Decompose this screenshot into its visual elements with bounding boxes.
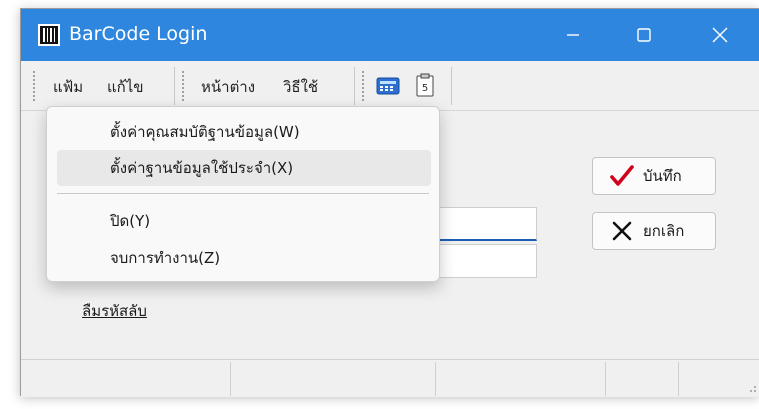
menu-item-close[interactable]: ปิด(Y): [57, 203, 431, 239]
file-menu-dropdown: ตั้งค่าคุณสมบัติฐานข้อมูล(W) ตั้งค่าฐานข…: [46, 106, 440, 282]
menu-item-exit[interactable]: จบการทำงาน(Z): [57, 240, 431, 276]
menu-separator: [174, 67, 175, 105]
calendar-icon[interactable]: 5: [415, 73, 435, 97]
menu-file[interactable]: แฟ้ม: [53, 75, 83, 99]
menu-item-default-database[interactable]: ตั้งค่าฐานข้อมูลใช้ประจำ(X): [57, 150, 431, 186]
cancel-button[interactable]: ยกเลิก: [592, 212, 716, 250]
toolbar-grip[interactable]: [361, 70, 365, 102]
window-title: BarCode Login: [69, 23, 208, 45]
svg-text:5: 5: [422, 83, 428, 94]
cancel-label: ยกเลิก: [643, 222, 685, 240]
status-separator: [435, 362, 436, 396]
menu-bar: แฟ้ม แก้ไข หน้าต่าง วิธีใช้ 5: [21, 61, 759, 111]
title-bar[interactable]: BarCode Login: [21, 9, 759, 61]
calculator-icon[interactable]: [376, 76, 400, 96]
close-icon: [712, 27, 728, 43]
menu-edit[interactable]: แก้ไข: [107, 75, 144, 99]
toolbar-grip[interactable]: [32, 70, 36, 102]
barcode-app-icon: [38, 24, 60, 46]
status-bar: [21, 359, 759, 397]
menu-item-database-properties[interactable]: ตั้งค่าคุณสมบัติฐานข้อมูล(W): [57, 114, 431, 150]
status-separator: [678, 362, 679, 396]
forgot-password-link[interactable]: ลืมรหัสลับ: [82, 299, 147, 323]
minimize-icon: [567, 34, 579, 36]
resize-grip-icon[interactable]: [745, 383, 757, 395]
close-button[interactable]: [687, 9, 753, 61]
checkmark-icon: [609, 165, 635, 187]
menu-separator: [451, 67, 452, 105]
menu-window[interactable]: หน้าต่าง: [201, 75, 255, 99]
minimize-button[interactable]: [540, 9, 606, 61]
status-separator: [605, 362, 606, 396]
toolbar-grip[interactable]: [181, 70, 185, 102]
menu-separator: [354, 67, 355, 105]
menu-separator: [57, 193, 429, 194]
maximize-button[interactable]: [611, 9, 677, 61]
x-icon: [609, 220, 635, 242]
maximize-icon: [637, 28, 651, 42]
save-label: บันทึก: [643, 167, 682, 185]
save-button[interactable]: บันทึก: [592, 157, 716, 195]
status-separator: [230, 362, 231, 396]
menu-help[interactable]: วิธีใช้: [283, 75, 318, 99]
